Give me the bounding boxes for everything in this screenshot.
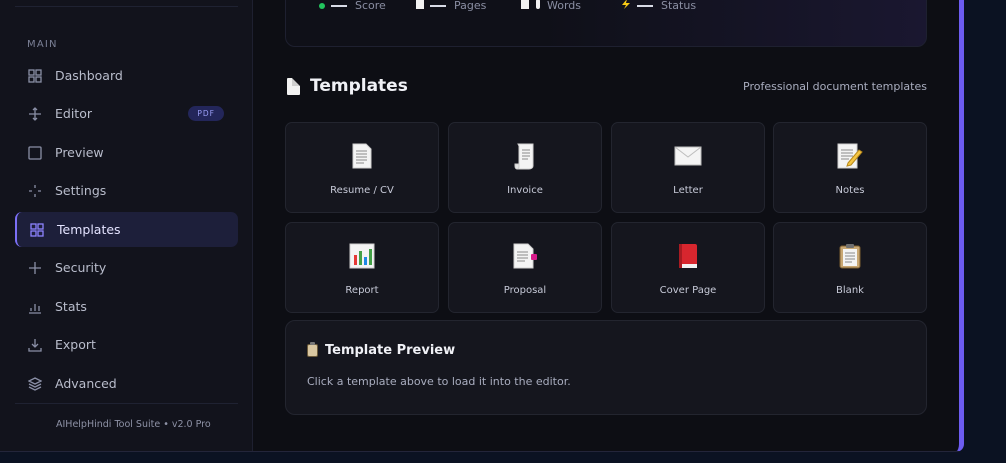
lightning-icon (621, 0, 631, 12)
template-label: Invoice (507, 185, 543, 196)
templates-subtitle: Professional document templates (743, 80, 927, 93)
envelope-icon (673, 141, 703, 171)
stat-label: Words (547, 0, 582, 12)
template-label: Report (345, 285, 379, 296)
sidebar-item-security[interactable]: Security (15, 250, 238, 285)
download-icon (27, 337, 43, 353)
main-content: Score Pages Words Status Templates Profe (254, 0, 959, 451)
stat-pages: Pages (416, 0, 486, 12)
square-icon (27, 145, 43, 161)
template-card-blank[interactable]: Blank (773, 222, 927, 313)
sidebar: MAIN Dashboard Editor PDF Preview Settin… (0, 0, 253, 451)
sidebar-item-export[interactable]: Export (15, 327, 238, 362)
book-icon (673, 241, 703, 271)
page-icon (416, 0, 424, 12)
sidebar-item-settings[interactable]: Settings (15, 173, 238, 208)
pdf-badge: PDF (188, 106, 224, 121)
sidebar-section-label: MAIN (27, 39, 58, 50)
stat-value-placeholder (430, 4, 446, 7)
plus-icon (27, 260, 43, 276)
sidebar-item-label: Editor (55, 106, 92, 121)
stat-value-placeholder (331, 4, 347, 7)
bar-chart-icon (347, 241, 377, 271)
document-pen-icon (510, 241, 540, 271)
stat-score: Score (319, 0, 386, 12)
template-label: Letter (673, 185, 703, 196)
sidebar-item-templates[interactable]: Templates (15, 212, 238, 247)
template-card-cover-page[interactable]: Cover Page (611, 222, 765, 313)
sidebar-item-label: Security (55, 260, 107, 275)
sidebar-item-label: Dashboard (55, 68, 123, 83)
receipt-icon (510, 141, 540, 171)
template-preview-panel: Template Preview Click a template above … (285, 320, 927, 415)
layers-icon (27, 376, 43, 392)
sidebar-item-label: Templates (57, 222, 121, 237)
sidebar-item-dashboard[interactable]: Dashboard (15, 58, 238, 93)
crosshair-icon (27, 183, 43, 199)
template-label: Proposal (503, 285, 547, 296)
template-label: Notes (835, 185, 865, 196)
template-preview-text: Click a template above to load it into t… (307, 375, 571, 388)
clipboard-icon (835, 241, 865, 271)
sidebar-item-label: Preview (55, 145, 104, 160)
sidebar-item-advanced[interactable]: Advanced (15, 366, 238, 401)
sidebar-item-label: Stats (55, 299, 87, 314)
stat-status: Status (621, 0, 696, 12)
stat-label: Pages (454, 0, 487, 12)
template-preview-title: Template Preview (307, 342, 455, 358)
template-card-report[interactable]: Report (285, 222, 439, 313)
stat-value-placeholder (637, 4, 653, 7)
sidebar-item-editor[interactable]: Editor PDF (15, 96, 238, 131)
clipboard-icon (307, 342, 318, 357)
sidebar-item-stats[interactable]: Stats (15, 289, 238, 324)
stats-card: Score Pages Words Status (285, 0, 927, 47)
sidebar-divider (15, 6, 238, 7)
sidebar-item-preview[interactable]: Preview (15, 135, 238, 170)
grid-icon (27, 68, 43, 84)
template-card-notes[interactable]: Notes (773, 122, 927, 213)
app-window: MAIN Dashboard Editor PDF Preview Settin… (0, 0, 964, 452)
template-card-proposal[interactable]: Proposal (448, 222, 602, 313)
templates-title: Templates (287, 76, 408, 96)
template-card-invoice[interactable]: Invoice (448, 122, 602, 213)
stat-words: Words (521, 0, 581, 12)
sidebar-item-label: Advanced (55, 376, 117, 391)
pen-icon (535, 0, 541, 12)
move-icon (27, 106, 43, 122)
bar-chart-icon (27, 299, 43, 315)
template-label: Cover Page (659, 285, 717, 296)
sidebar-divider (15, 403, 238, 404)
sidebar-item-label: Export (55, 337, 96, 352)
memo-icon (835, 141, 865, 171)
grid-icon (29, 222, 45, 238)
document-icon (287, 77, 300, 95)
template-card-resume[interactable]: Resume / CV (285, 122, 439, 213)
dot-icon (319, 0, 325, 12)
sidebar-item-label: Settings (55, 183, 107, 198)
page-icon (521, 0, 529, 12)
template-card-letter[interactable]: Letter (611, 122, 765, 213)
page-icon (347, 141, 377, 171)
stat-label: Status (661, 0, 697, 12)
sidebar-footer: AIHelpHindi Tool Suite • v2.0 Pro (56, 419, 211, 430)
template-label: Resume / CV (330, 185, 394, 196)
template-label: Blank (836, 285, 864, 296)
stat-label: Score (355, 0, 386, 12)
